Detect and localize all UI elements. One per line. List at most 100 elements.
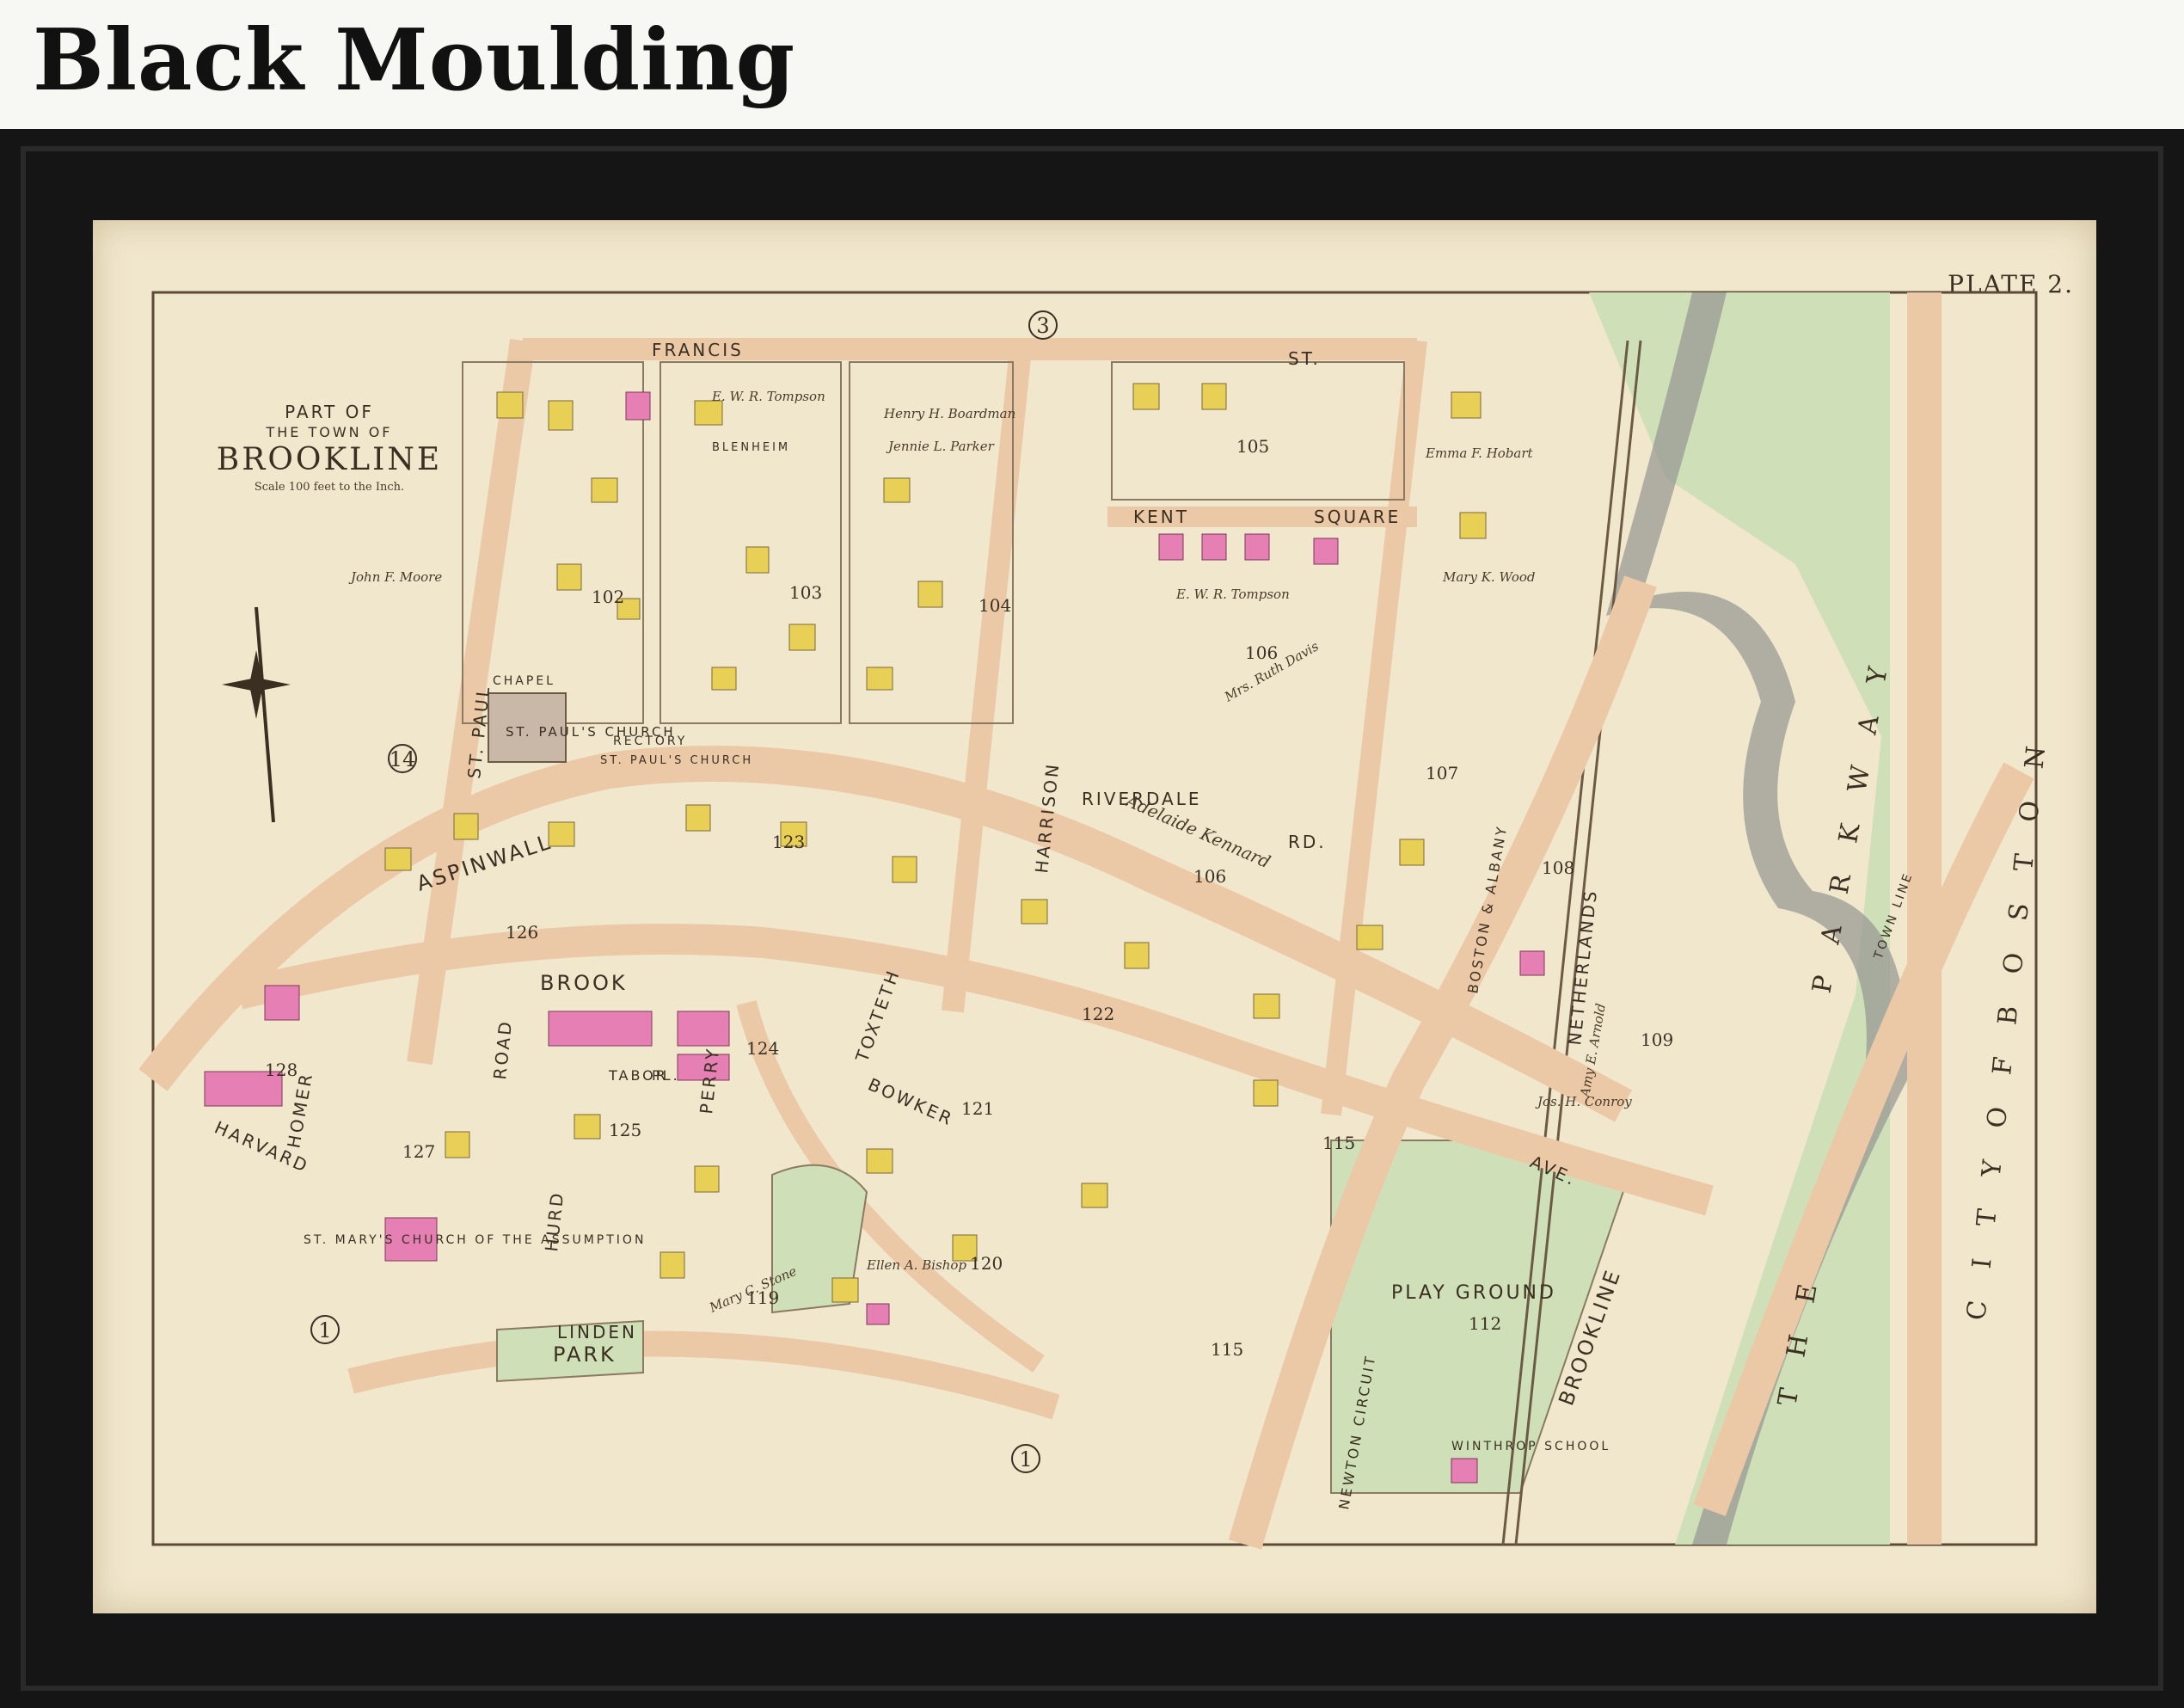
building: [1081, 1183, 1108, 1208]
building: [883, 477, 911, 503]
label-francis-st: ST.: [1288, 348, 1321, 369]
label-toxteth: TOXTETH: [851, 966, 905, 1065]
label-homer: HOMER: [283, 1070, 316, 1149]
building: [574, 1114, 601, 1140]
svg-text:1: 1: [318, 1318, 331, 1342]
owner-name: Emma F. Hobart: [1425, 445, 1534, 461]
building: [788, 624, 816, 651]
owner-name: John F. Moore: [348, 569, 442, 585]
owner-name: Jennie L. Parker: [886, 439, 995, 454]
building: [384, 847, 412, 871]
block-number: 115: [1322, 1133, 1355, 1153]
block-103: [659, 361, 842, 724]
building: [496, 391, 524, 419]
building: [1459, 512, 1487, 539]
block-number: 105: [1236, 436, 1269, 457]
building: [591, 477, 618, 503]
map-drawing: PART OF THE TOWN OF BROOKLINE Scale 100 …: [138, 291, 2053, 1550]
building: [866, 1303, 890, 1325]
map-title-line3: BROOKLINE: [217, 442, 442, 477]
label-square: SQUARE: [1314, 507, 1401, 527]
building: [625, 391, 651, 421]
building: [1201, 383, 1227, 410]
adjacent-plate-bottom-left: 1: [310, 1315, 340, 1344]
block-number: 112: [1469, 1313, 1501, 1334]
building: [1158, 533, 1184, 561]
building: [1451, 391, 1482, 419]
block-number: 127: [402, 1141, 435, 1162]
linden-street-road: [347, 1330, 1060, 1420]
block-number: 124: [746, 1038, 779, 1059]
label-francis: FRANCIS: [652, 340, 744, 360]
block-number: 106: [1245, 642, 1278, 663]
svg-text:1: 1: [1019, 1447, 1032, 1471]
building: [677, 1011, 730, 1047]
svg-text:3: 3: [1036, 314, 1049, 338]
block-number: 104: [979, 595, 1011, 616]
building: [264, 985, 300, 1021]
block-number: 121: [961, 1098, 994, 1119]
map-title-line1: PART OF: [285, 402, 374, 422]
label-st-marys: ST. MARY'S CHURCH OF THE ASSUMPTION: [304, 1233, 646, 1247]
label-linden: LINDEN: [557, 1322, 637, 1342]
building: [1132, 383, 1160, 410]
owner-name: E. W. R. Tompson: [711, 389, 825, 404]
block-number: 128: [265, 1060, 298, 1080]
block-number: 106: [1193, 866, 1226, 887]
label-blenheim: BLENHEIM: [712, 441, 790, 454]
block-number: 122: [1082, 1004, 1114, 1024]
adjacent-plate-left: 14: [388, 744, 417, 773]
label-chapel: CHAPEL: [493, 674, 555, 688]
building: [745, 546, 770, 574]
building: [1244, 533, 1270, 561]
building: [453, 813, 479, 840]
building: [1201, 533, 1227, 561]
block-number: 107: [1426, 763, 1458, 783]
svg-text:14: 14: [390, 747, 416, 771]
owner-name: Ellen A. Bishop: [866, 1257, 966, 1273]
owner-name: Mary K. Wood: [1442, 569, 1536, 585]
compass-rose-icon: [222, 606, 291, 823]
building: [831, 1277, 859, 1303]
label-pl: PL.: [652, 1067, 680, 1084]
building: [711, 667, 737, 691]
map-sheet: PLATE 2. PART OF THE TOWN OF BROOKLINE S…: [93, 220, 2096, 1613]
label-kent: KENT: [1133, 507, 1189, 527]
adjacent-plate-top: 3: [1028, 310, 1058, 340]
label-play-ground: PLAY GROUND: [1391, 1282, 1556, 1304]
building: [556, 563, 582, 591]
block-number: 120: [970, 1253, 1003, 1274]
building: [1021, 899, 1048, 925]
owner-name: E. W. R. Tompson: [1175, 587, 1290, 602]
block-number: 126: [506, 922, 538, 943]
building: [548, 821, 575, 847]
building: [917, 581, 943, 608]
label-st-pauls-church-small: ST. PAUL'S CHURCH: [600, 754, 753, 767]
building: [694, 1165, 720, 1193]
label-road: ROAD: [489, 1018, 516, 1080]
building: [1399, 839, 1425, 866]
building: [1356, 925, 1383, 950]
block-105: [1111, 361, 1405, 501]
building: [1253, 993, 1280, 1019]
building: [1519, 950, 1545, 976]
building: [1253, 1079, 1279, 1107]
building: [1124, 942, 1150, 969]
block-number: 102: [592, 587, 624, 607]
label-winthrop-school: WINTHROP SCHOOL: [1451, 1440, 1610, 1453]
building: [659, 1251, 685, 1279]
building: [548, 1011, 653, 1047]
building: [685, 804, 711, 832]
block-number: 108: [1542, 857, 1574, 878]
building: [1451, 1458, 1478, 1484]
owner-name: Henry H. Boardman: [883, 406, 1015, 421]
map-scale: Scale 100 feet to the Inch.: [255, 481, 404, 494]
label-brook: BROOK: [540, 971, 628, 995]
railroad-line-1: [1501, 340, 1629, 1545]
building: [694, 400, 723, 426]
map-title-line2: THE TOWN OF: [265, 424, 392, 440]
block-number: 103: [789, 582, 822, 603]
label-bowker: BOWKER: [865, 1074, 957, 1130]
label-rectory: RECTORY: [613, 734, 687, 748]
block-number: 125: [609, 1120, 641, 1140]
